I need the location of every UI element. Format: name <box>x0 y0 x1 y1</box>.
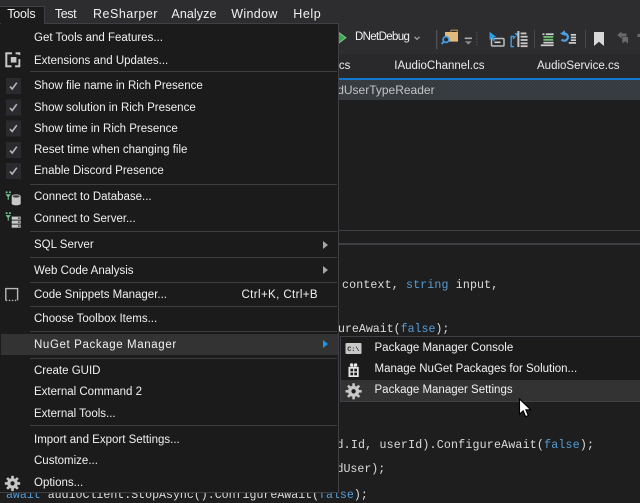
svg-text:C:\: C:\ <box>347 346 359 354</box>
